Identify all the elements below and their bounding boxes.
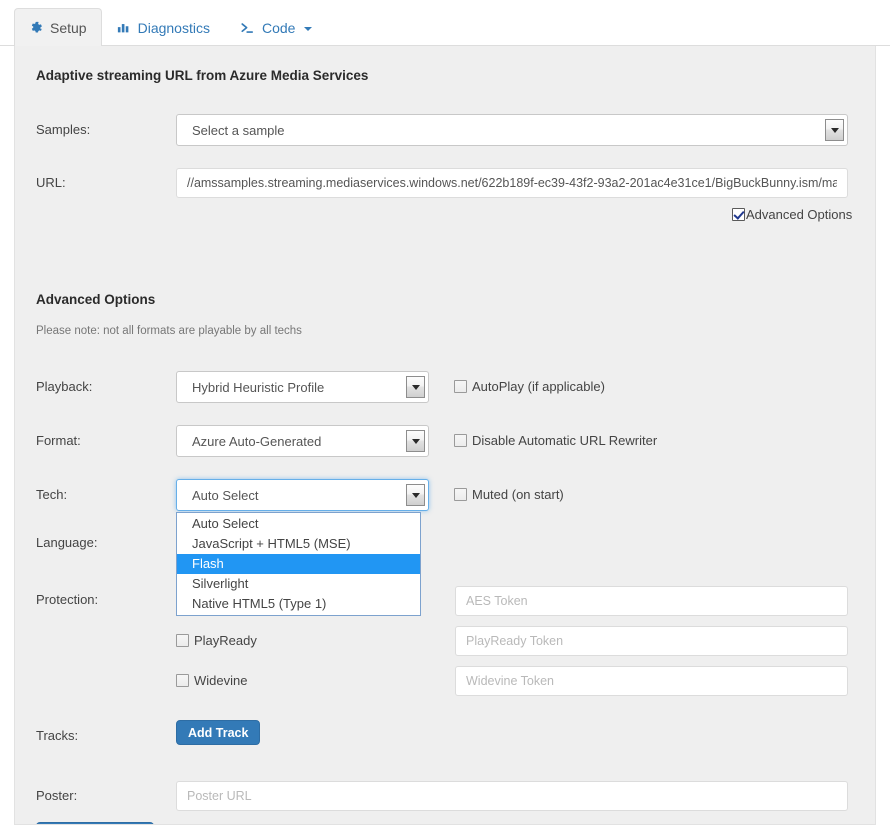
tech-option-flash[interactable]: Flash <box>177 554 420 574</box>
tech-select[interactable]: Auto Select <box>176 479 429 511</box>
poster-label: Poster: <box>36 788 77 803</box>
tech-select-dropdown[interactable]: Auto Select JavaScript + HTML5 (MSE) Fla… <box>176 512 421 616</box>
playback-label: Playback: <box>36 379 92 394</box>
widevine-token-input[interactable] <box>455 666 848 696</box>
format-label: Format: <box>36 433 81 448</box>
format-select-arrow-button[interactable] <box>406 430 425 452</box>
playready-checkbox-label: PlayReady <box>194 633 257 648</box>
checkbox-icon[interactable] <box>732 208 745 221</box>
checkbox-icon[interactable] <box>176 634 189 647</box>
url-label: URL: <box>36 175 66 190</box>
chevron-down-icon <box>412 439 420 444</box>
aes-token-input[interactable] <box>455 586 848 616</box>
advanced-options-toggle[interactable]: Advanced Options <box>732 207 852 222</box>
checkbox-icon[interactable] <box>454 488 467 501</box>
protection-label: Protection: <box>36 592 98 607</box>
chevron-down-icon <box>831 128 839 133</box>
playback-select-value: Hybrid Heuristic Profile <box>177 380 406 395</box>
add-track-button[interactable]: Add Track <box>176 720 260 745</box>
tech-select-value: Auto Select <box>177 488 406 503</box>
advanced-options-toggle-label: Advanced Options <box>746 207 852 222</box>
chevron-down-icon <box>304 27 312 31</box>
muted-checkbox-label: Muted (on start) <box>472 487 564 502</box>
bar-chart-icon <box>117 21 131 35</box>
tracks-label: Tracks: <box>36 728 78 743</box>
playready-checkbox[interactable]: PlayReady <box>176 633 257 648</box>
playback-select-arrow-button[interactable] <box>406 376 425 398</box>
format-select[interactable]: Azure Auto-Generated <box>176 425 429 457</box>
tab-bar: Setup Diagnostics Code <box>0 0 890 46</box>
playready-token-input[interactable] <box>455 626 848 656</box>
gear-icon <box>29 21 43 35</box>
muted-checkbox[interactable]: Muted (on start) <box>454 487 564 502</box>
checkbox-icon[interactable] <box>454 434 467 447</box>
playback-select[interactable]: Hybrid Heuristic Profile <box>176 371 429 403</box>
widevine-checkbox-label: Widevine <box>194 673 247 688</box>
chevron-down-icon <box>412 385 420 390</box>
advanced-options-heading: Advanced Options <box>15 292 155 307</box>
page-title: Adaptive streaming URL from Azure Media … <box>15 46 875 83</box>
tech-option-javascript-html5-mse[interactable]: JavaScript + HTML5 (MSE) <box>177 534 420 554</box>
checkbox-icon[interactable] <box>454 380 467 393</box>
samples-select-arrow-button[interactable] <box>825 119 844 141</box>
advanced-options-note: Please note: not all formats are playabl… <box>15 325 302 337</box>
setup-panel: Adaptive streaming URL from Azure Media … <box>14 46 876 825</box>
language-label: Language: <box>36 535 97 550</box>
samples-select[interactable]: Select a sample <box>176 114 848 146</box>
widevine-checkbox[interactable]: Widevine <box>176 673 247 688</box>
tech-option-silverlight[interactable]: Silverlight <box>177 574 420 594</box>
tab-diagnostics[interactable]: Diagnostics <box>102 8 225 47</box>
disable-url-rewriter-checkbox-label: Disable Automatic URL Rewriter <box>472 433 657 448</box>
url-input[interactable] <box>176 168 848 198</box>
tab-list: Setup Diagnostics Code <box>0 0 890 46</box>
terminal-icon <box>240 21 255 35</box>
autoplay-checkbox[interactable]: AutoPlay (if applicable) <box>454 379 605 394</box>
tab-code[interactable]: Code <box>225 8 327 47</box>
tech-option-auto-select[interactable]: Auto Select <box>177 514 420 534</box>
tech-label: Tech: <box>36 487 67 502</box>
tab-setup-label: Setup <box>50 21 87 35</box>
samples-label: Samples: <box>36 122 90 137</box>
tech-select-arrow-button[interactable] <box>406 484 425 506</box>
tab-setup[interactable]: Setup <box>14 8 102 47</box>
autoplay-checkbox-label: AutoPlay (if applicable) <box>472 379 605 394</box>
disable-url-rewriter-checkbox[interactable]: Disable Automatic URL Rewriter <box>454 433 657 448</box>
tech-option-native-html5-type-1[interactable]: Native HTML5 (Type 1) <box>177 594 420 614</box>
poster-url-input[interactable] <box>176 781 848 811</box>
format-select-value: Azure Auto-Generated <box>177 434 406 449</box>
tab-code-label: Code <box>262 21 295 35</box>
samples-select-value: Select a sample <box>177 123 825 138</box>
tab-diagnostics-label: Diagnostics <box>138 21 210 35</box>
chevron-down-icon <box>412 493 420 498</box>
checkbox-icon[interactable] <box>176 674 189 687</box>
